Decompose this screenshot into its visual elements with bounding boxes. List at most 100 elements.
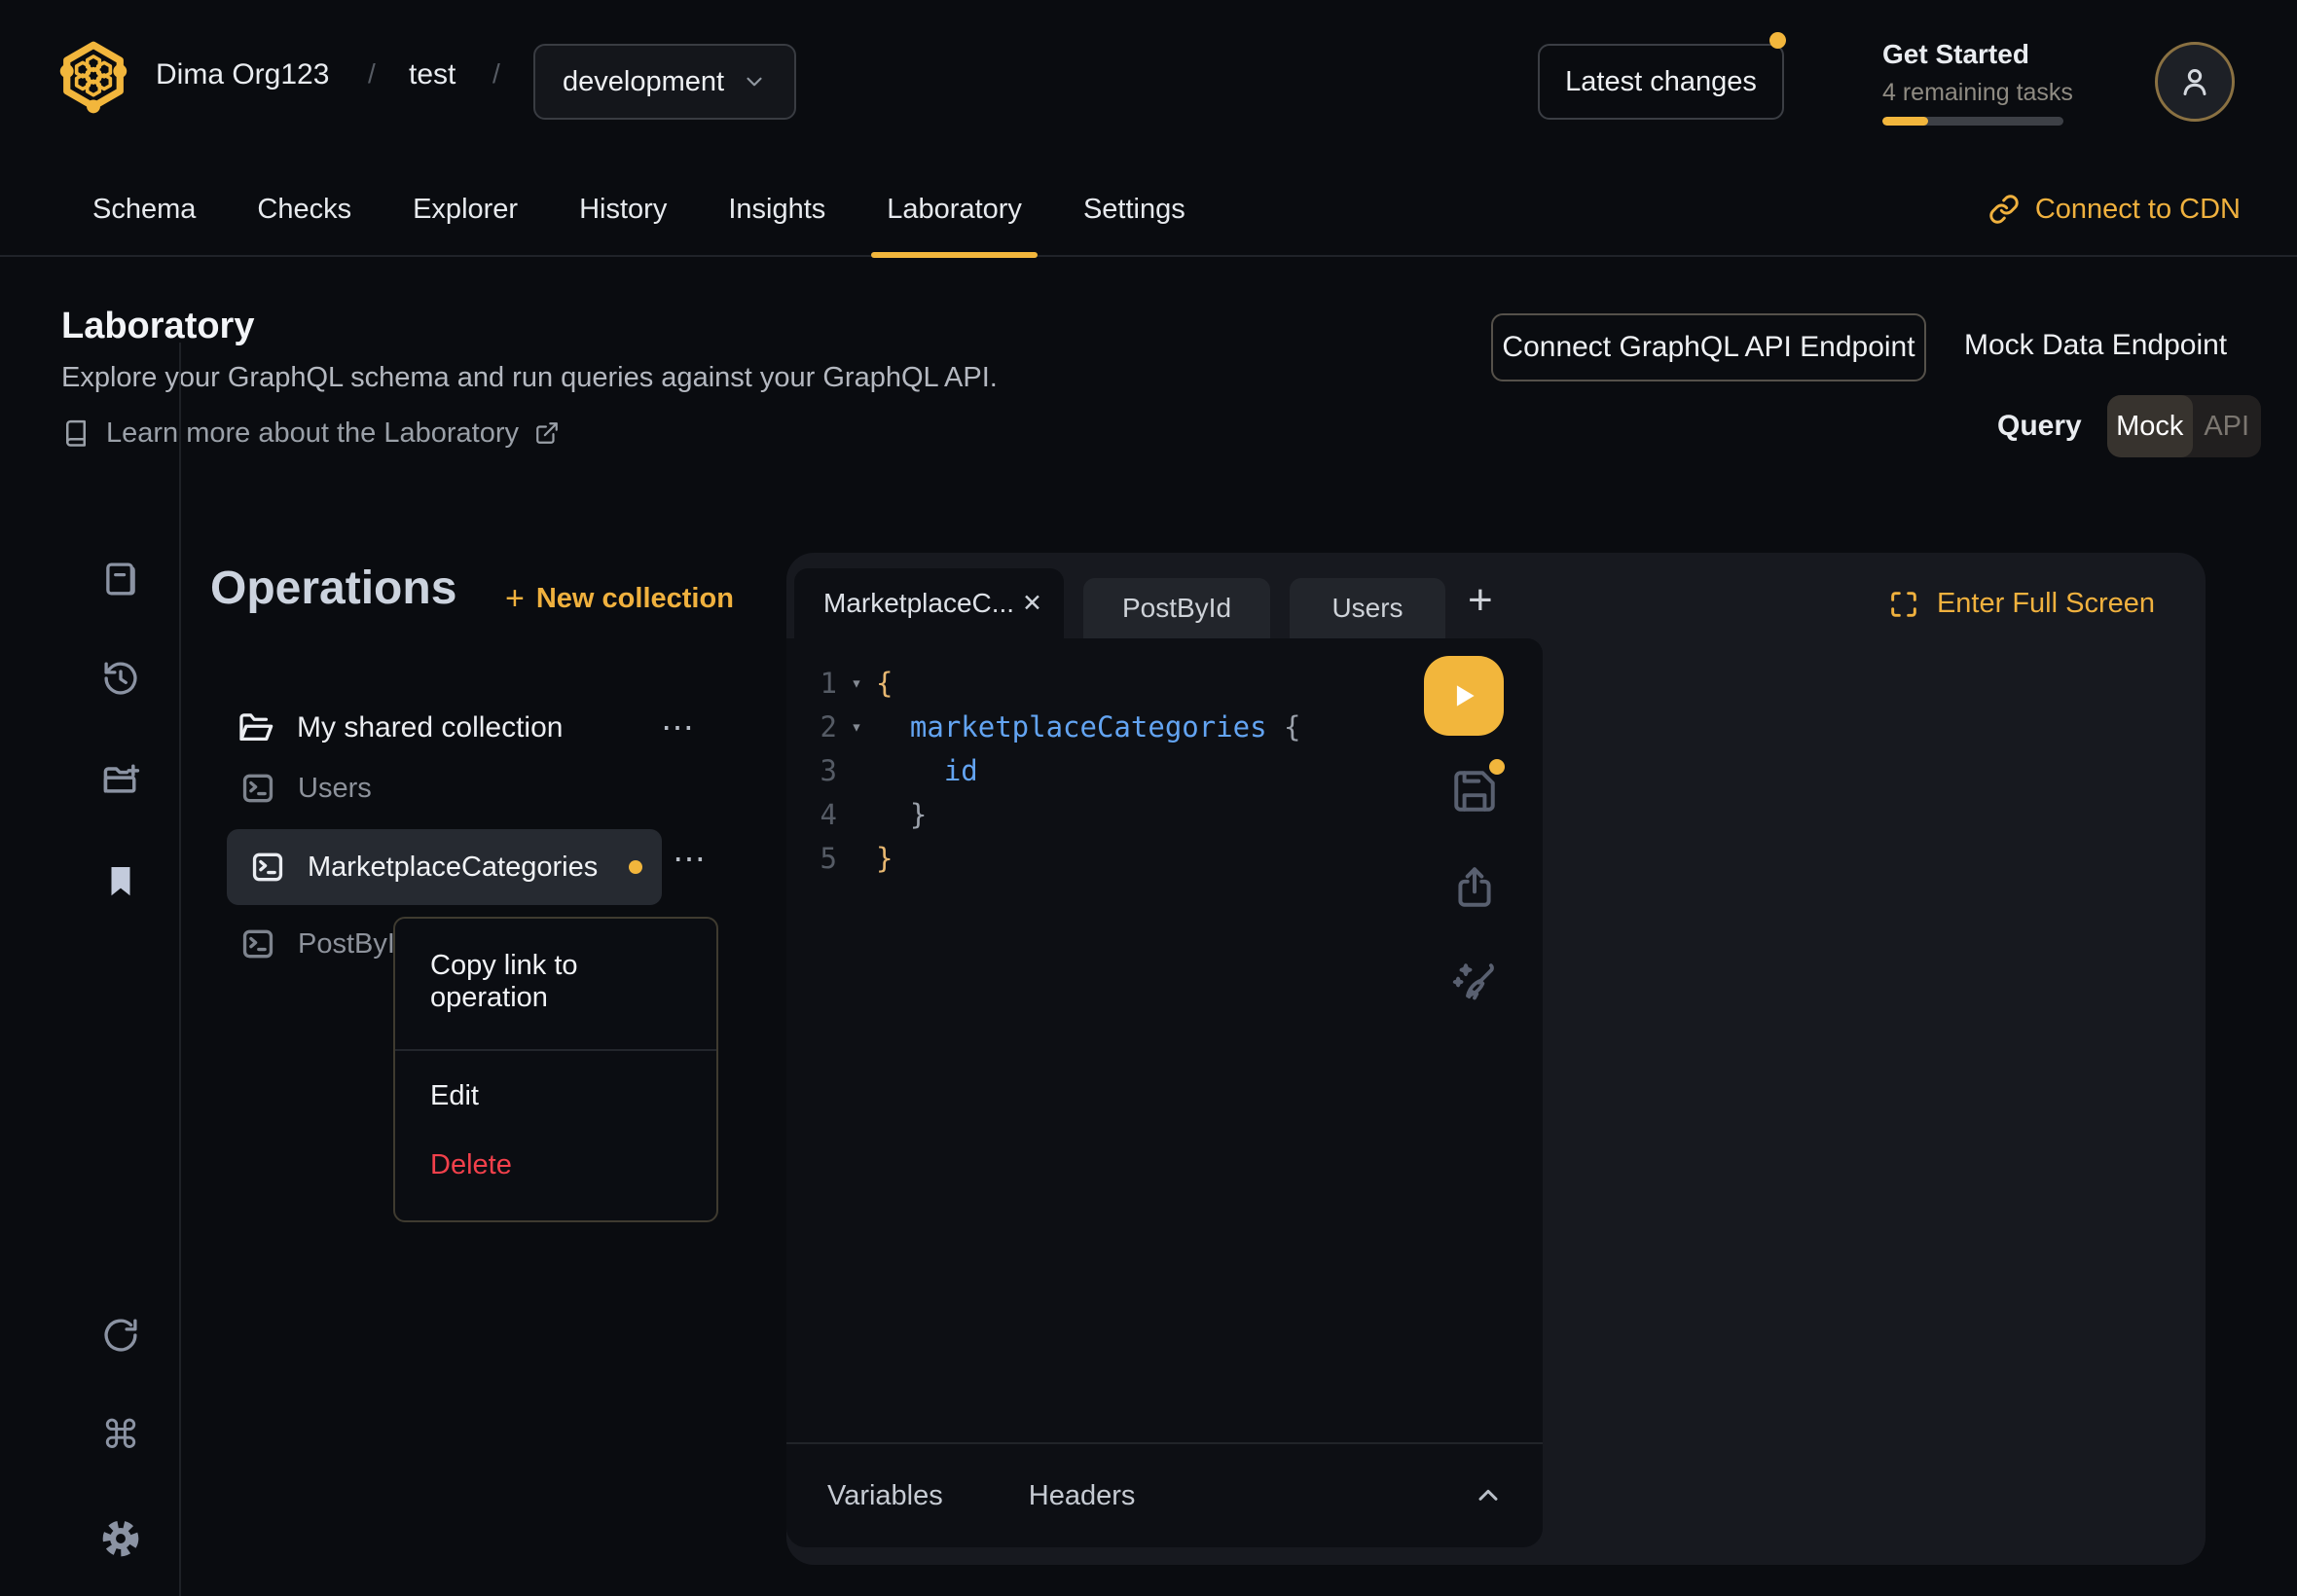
toggle-option-mock[interactable]: Mock — [2107, 395, 2193, 457]
shortcuts-button[interactable]: ⌘ — [99, 1414, 142, 1457]
bookmark-icon — [102, 862, 139, 901]
operation-terminal-icon — [239, 770, 276, 807]
project-nav: Schema Checks Explorer History Insights … — [0, 163, 2297, 257]
plus-icon: + — [505, 580, 525, 618]
save-floppy-icon — [1450, 767, 1499, 816]
new-collection-button[interactable] — [99, 758, 142, 801]
refresh-icon — [100, 1315, 141, 1356]
prettify-button[interactable] — [1448, 956, 1501, 1008]
tab-explorer[interactable]: Explorer — [413, 163, 518, 256]
operation-item-users[interactable]: Users — [239, 753, 372, 823]
refetch-schema-button[interactable] — [99, 1314, 142, 1357]
code-line: 4 } — [786, 793, 1301, 837]
fold-marker — [837, 793, 876, 837]
query-mode-row: Query Mock API — [1997, 395, 2261, 457]
variables-tab[interactable]: Variables — [827, 1480, 943, 1512]
collections-button[interactable] — [99, 558, 142, 600]
menu-item-copy-link[interactable]: Copy link to operation — [395, 919, 716, 1049]
connect-to-cdn-link[interactable]: Connect to CDN — [1988, 194, 2241, 226]
new-tab-button[interactable]: + — [1468, 576, 1493, 625]
editor-tab-label: MarketplaceC... — [823, 588, 1014, 619]
get-started-title[interactable]: Get Started — [1882, 39, 2029, 70]
hive-logo-icon[interactable] — [56, 39, 130, 119]
history-clock-icon — [100, 658, 141, 699]
tab-insights[interactable]: Insights — [728, 163, 825, 256]
menu-item-delete[interactable]: Delete — [395, 1124, 716, 1220]
person-icon — [2175, 62, 2214, 101]
operation-menu-button[interactable]: ⋯ — [673, 843, 708, 876]
tab-settings[interactable]: Settings — [1083, 163, 1185, 256]
play-icon — [1447, 679, 1480, 712]
fold-marker — [837, 837, 876, 881]
get-started-progressbar — [1882, 117, 2063, 126]
enter-fullscreen-button[interactable]: Enter Full Screen — [1888, 588, 2155, 620]
line-number: 2 — [786, 706, 837, 749]
gear-icon — [99, 1517, 142, 1560]
line-number: 5 — [786, 837, 837, 881]
unsaved-changes-dot — [629, 860, 642, 874]
top-bar: Dima Org123 / test / development Latest … — [0, 0, 2297, 163]
page-title: Laboratory — [61, 306, 254, 347]
tab-schema[interactable]: Schema — [92, 163, 196, 256]
share-upload-icon — [1450, 862, 1499, 911]
tab-checks[interactable]: Checks — [257, 163, 351, 256]
toggle-option-api[interactable]: API — [2193, 395, 2261, 457]
tab-laboratory[interactable]: Laboratory — [887, 163, 1022, 256]
line-number: 4 — [786, 793, 837, 837]
get-started-subtitle: 4 remaining tasks — [1882, 79, 2073, 107]
collection-name: My shared collection — [297, 711, 563, 744]
editor-bottom-bar: Variables Headers — [786, 1442, 1543, 1547]
collection-menu-button[interactable]: ⋯ — [661, 711, 696, 744]
tab-history[interactable]: History — [579, 163, 667, 256]
new-collection-link[interactable]: + New collection — [505, 580, 734, 618]
collapse-chevron-icon[interactable] — [1473, 1480, 1504, 1511]
breadcrumb-separator: / — [492, 58, 500, 90]
code-line: 5 } — [786, 837, 1301, 881]
editor-tab-marketplacecategories[interactable]: MarketplaceC... ✕ — [794, 568, 1064, 638]
menu-item-edit[interactable]: Edit — [395, 1051, 716, 1124]
headers-tab[interactable]: Headers — [1029, 1480, 1136, 1512]
link-icon — [1988, 194, 2020, 225]
graphql-code[interactable]: 1 ▾ { 2 ▾ marketplaceCategories { 3 id 4 — [786, 662, 1301, 881]
editor-tab-users[interactable]: Users — [1290, 578, 1445, 638]
collection-box-icon — [100, 559, 141, 599]
laboratory-editor-panel: MarketplaceC... ✕ PostById Users + Enter… — [786, 553, 2206, 1565]
chevron-down-icon — [742, 69, 767, 94]
bookmarks-button[interactable] — [99, 860, 142, 903]
connect-graphql-endpoint-button[interactable]: Connect GraphQL API Endpoint — [1491, 313, 1926, 381]
run-query-button[interactable] — [1424, 656, 1504, 736]
editor-tab-postbyid[interactable]: PostById — [1083, 578, 1270, 638]
fold-marker[interactable]: ▾ — [837, 662, 876, 706]
command-icon: ⌘ — [101, 1416, 140, 1455]
query-label: Query — [1997, 410, 2082, 443]
latest-changes-button[interactable]: Latest changes — [1538, 44, 1784, 120]
line-number: 1 — [786, 662, 837, 706]
fold-marker[interactable]: ▾ — [837, 706, 876, 749]
line-number: 3 — [786, 749, 837, 793]
operation-item-marketplacecategories[interactable]: MarketplaceCategories — [227, 829, 662, 905]
save-operation-button[interactable] — [1450, 767, 1499, 816]
code-line: 1 ▾ { — [786, 662, 1301, 706]
operation-item-postbyid[interactable]: PostById — [239, 909, 411, 979]
connect-to-cdn-label: Connect to CDN — [2035, 194, 2241, 226]
fold-marker — [837, 749, 876, 793]
environment-selector[interactable]: development — [533, 44, 796, 120]
user-avatar[interactable] — [2155, 42, 2235, 122]
close-tab-icon[interactable]: ✕ — [1022, 589, 1042, 618]
breadcrumb-org[interactable]: Dima Org123 — [156, 58, 329, 91]
enter-fullscreen-label: Enter Full Screen — [1937, 588, 2155, 620]
settings-button[interactable] — [99, 1517, 142, 1560]
fullscreen-icon — [1888, 589, 1919, 620]
share-operation-button[interactable] — [1450, 862, 1499, 911]
get-started-progress-fill — [1882, 117, 1928, 126]
breadcrumb-separator: / — [368, 58, 376, 90]
new-collection-label: New collection — [536, 583, 734, 615]
unsaved-indicator-dot — [1489, 759, 1505, 775]
query-mode-toggle[interactable]: Mock API — [2107, 395, 2261, 457]
breadcrumb-project[interactable]: test — [409, 58, 456, 91]
query-editor[interactable]: 1 ▾ { 2 ▾ marketplaceCategories { 3 id 4 — [786, 638, 1543, 1547]
operation-label: Users — [298, 773, 372, 805]
mock-data-endpoint-button[interactable]: Mock Data Endpoint — [1964, 329, 2227, 362]
history-button[interactable] — [99, 657, 142, 700]
folder-open-icon — [235, 707, 275, 748]
